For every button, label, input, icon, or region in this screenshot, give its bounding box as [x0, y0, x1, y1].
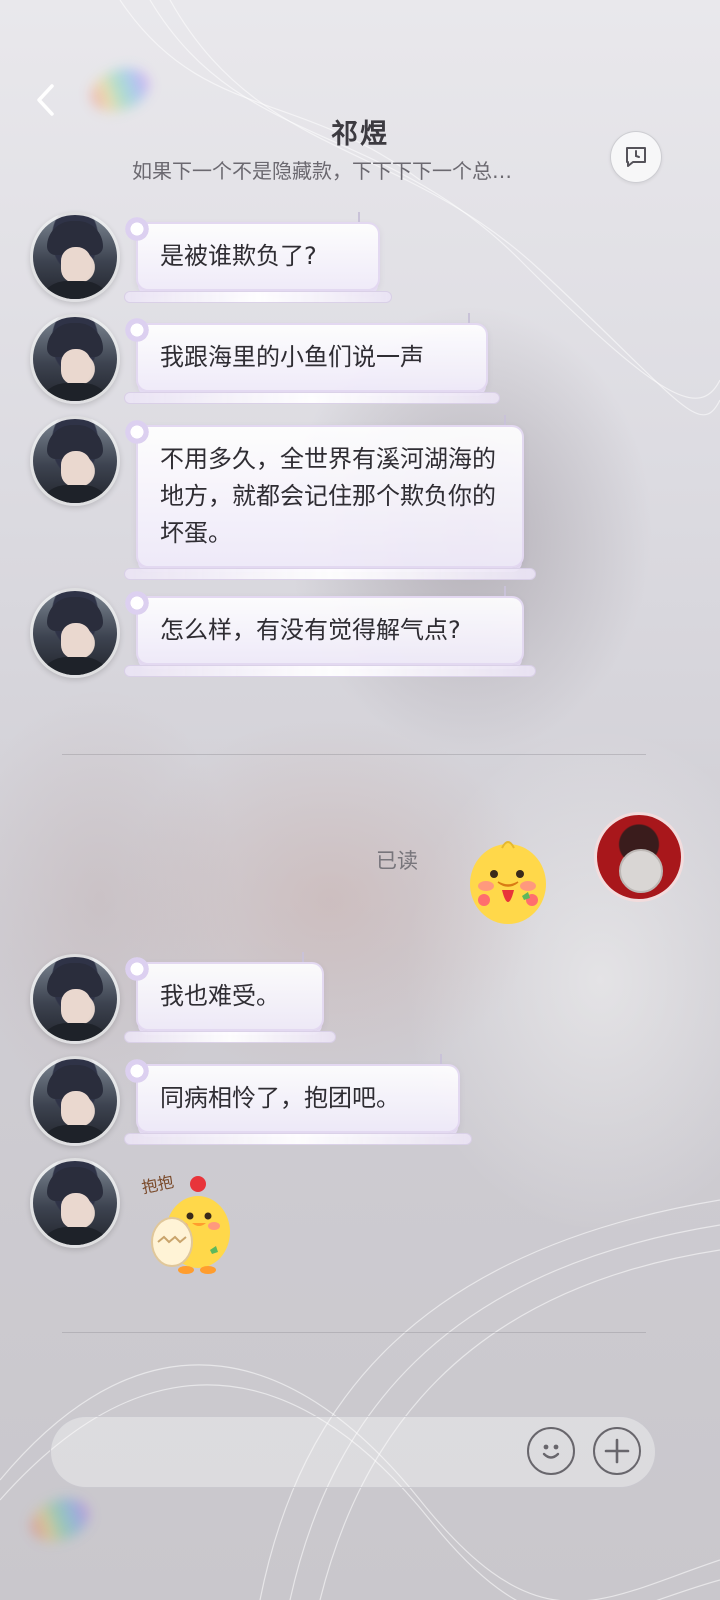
smiley-icon [542, 1444, 560, 1459]
contact-signature: 如果下一个不是隐藏款，下下下下一个总… [132, 159, 512, 183]
message-bubble[interactable]: 怎么样，有没有觉得解气点? [122, 586, 536, 677]
divider [62, 1332, 646, 1333]
message-text: 不用多久，全世界有溪河湖海的地方，就都会记住那个欺负你的坏蛋。 [160, 445, 496, 547]
divider [62, 754, 646, 755]
hug-duck-sticker[interactable]: 抱抱 [138, 1166, 238, 1278]
contact-avatar[interactable] [30, 954, 120, 1044]
message-text: 同病相怜了，抱团吧。 [160, 1084, 400, 1112]
message-bubble[interactable]: 是被谁欺负了? [122, 212, 392, 303]
message-bubble[interactable]: 不用多久，全世界有溪河湖海的地方，就都会记住那个欺负你的坏蛋。 [122, 415, 536, 580]
contact-avatar[interactable] [30, 588, 120, 678]
emoji-button[interactable] [527, 1427, 575, 1475]
contact-avatar[interactable] [30, 314, 120, 404]
message-text: 我跟海里的小鱼们说一声 [160, 343, 424, 371]
message-text: 怎么样，有没有觉得解气点? [160, 616, 461, 644]
contact-avatar[interactable] [30, 212, 120, 302]
add-button[interactable] [593, 1427, 641, 1475]
rainbow-flare [24, 1490, 96, 1550]
chat-header: 祁煜 如果下一个不是隐藏款，下下下下一个总… [0, 0, 720, 205]
sticker-caption: 抱抱 [140, 1172, 175, 1197]
contact-avatar[interactable] [30, 1056, 120, 1146]
message-input-bar [50, 1416, 656, 1488]
duck-sticker[interactable] [462, 830, 554, 930]
chat-history-icon [626, 147, 646, 167]
message-bubble[interactable]: 我跟海里的小鱼们说一声 [122, 313, 500, 404]
user-avatar[interactable] [594, 812, 684, 902]
message-text: 我也难受。 [160, 982, 280, 1010]
chat-history-button[interactable] [610, 131, 662, 183]
plus-icon [604, 1438, 630, 1464]
read-status: 已读 [376, 849, 418, 873]
message-text: 是被谁欺负了? [160, 242, 317, 270]
contact-avatar[interactable] [30, 416, 120, 506]
contact-avatar[interactable] [30, 1158, 120, 1248]
message-bubble[interactable]: 我也难受。 [122, 952, 336, 1043]
message-bubble[interactable]: 同病相怜了，抱团吧。 [122, 1054, 472, 1145]
message-input[interactable] [75, 1431, 519, 1473]
